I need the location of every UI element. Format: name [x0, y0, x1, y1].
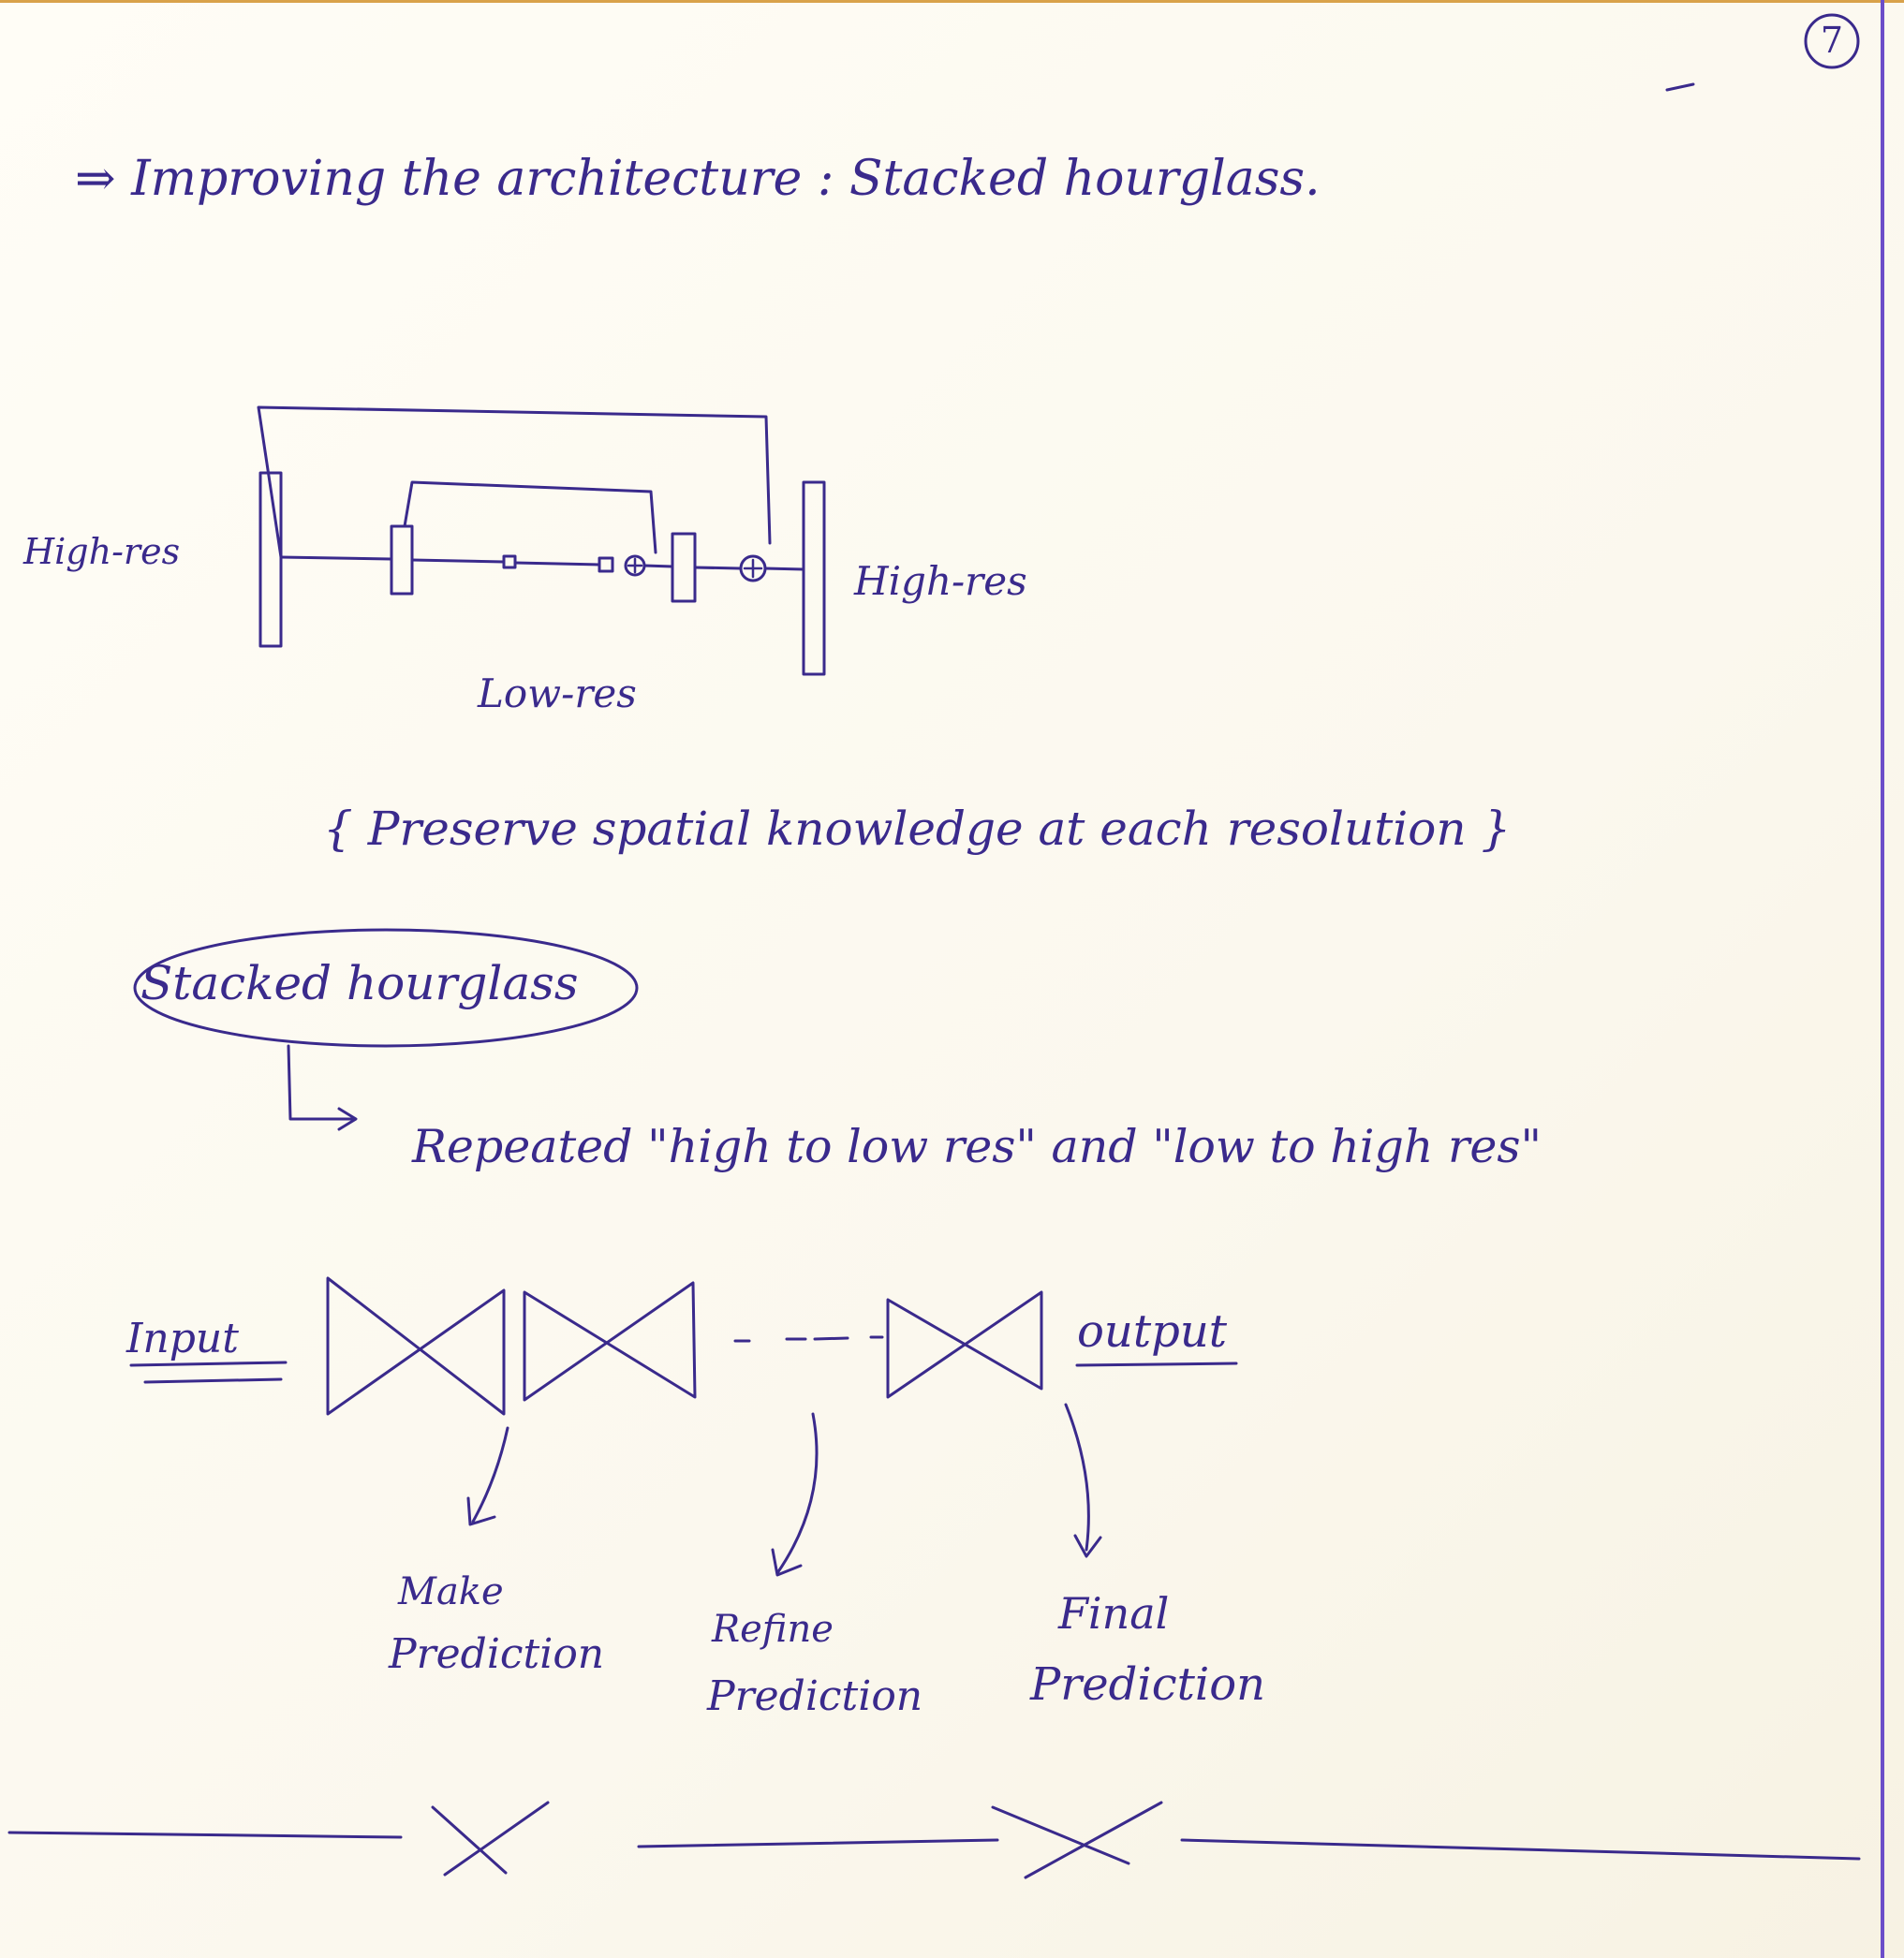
- main-path-line-5: [693, 566, 742, 570]
- main-path-line-2: [410, 558, 506, 564]
- separator-line-3: [1180, 1838, 1861, 1861]
- dash-3: [813, 1336, 849, 1341]
- page-number: 7: [1820, 20, 1844, 61]
- separator-cross-2: [991, 1801, 1163, 1879]
- step-2-line-2: Prediction: [707, 1672, 923, 1720]
- arrow-final-prediction: [1064, 1403, 1102, 1558]
- section-separator: [7, 1801, 1861, 1879]
- step-2-line-1: Refine: [712, 1608, 834, 1651]
- outer-add-node-cross: [743, 558, 763, 579]
- output-label: output: [1077, 1305, 1228, 1358]
- right-high-res-bar: [802, 480, 826, 676]
- separator-line-1: [7, 1831, 403, 1839]
- note-preserve-spatial: { Preserve spatial knowledge at each res…: [323, 802, 1512, 856]
- hourglass-module-diagram: [257, 405, 826, 676]
- input-underline: [129, 1361, 288, 1384]
- low-res-block: [502, 554, 517, 569]
- label-low-res: Low-res: [478, 670, 637, 716]
- concept-label: Stacked hourglass: [140, 956, 579, 1010]
- up-block-small: [598, 556, 614, 573]
- left-high-res-bar: [258, 471, 283, 648]
- step-1-line-2: Prediction: [389, 1630, 605, 1678]
- inner-add-node-cross: [627, 557, 643, 574]
- main-path-line-3: [513, 561, 601, 567]
- hourglass-2: [523, 1281, 697, 1402]
- separator-cross-1: [431, 1801, 550, 1877]
- stacked-hourglass-diagram: [129, 1276, 1238, 1577]
- down-block: [390, 524, 414, 596]
- output-underline: [1075, 1362, 1238, 1367]
- separator-line-2: [637, 1838, 999, 1848]
- section-heading: ⇒ Improving the architecture : Stacked h…: [75, 151, 1321, 207]
- concept-description: Repeated "high to low res" and "low to h…: [412, 1120, 1542, 1173]
- main-path-line-4: [642, 564, 674, 568]
- step-3-line-1: Final: [1058, 1588, 1170, 1639]
- label-high-res-left: High-res: [23, 531, 181, 572]
- hourglass-1: [326, 1276, 506, 1416]
- hourglass-3: [886, 1290, 1043, 1399]
- notebook-page: 7 ⇒ Improving the architecture : Stacked…: [0, 0, 1904, 1958]
- input-label: Input: [126, 1315, 239, 1362]
- step-1-line-1: Make: [398, 1570, 504, 1613]
- arrow-make-prediction: [466, 1426, 509, 1526]
- up-block: [671, 532, 697, 603]
- inner-skip-connection: [403, 480, 657, 554]
- concept-arrow: [287, 1044, 358, 1131]
- main-path-line: [279, 555, 393, 561]
- stray-mark: [1665, 82, 1695, 92]
- label-high-res-right: High-res: [854, 558, 1027, 604]
- arrow-refine-prediction: [771, 1412, 819, 1577]
- step-3-line-2: Prediction: [1030, 1658, 1266, 1711]
- main-path-line-6: [763, 567, 805, 571]
